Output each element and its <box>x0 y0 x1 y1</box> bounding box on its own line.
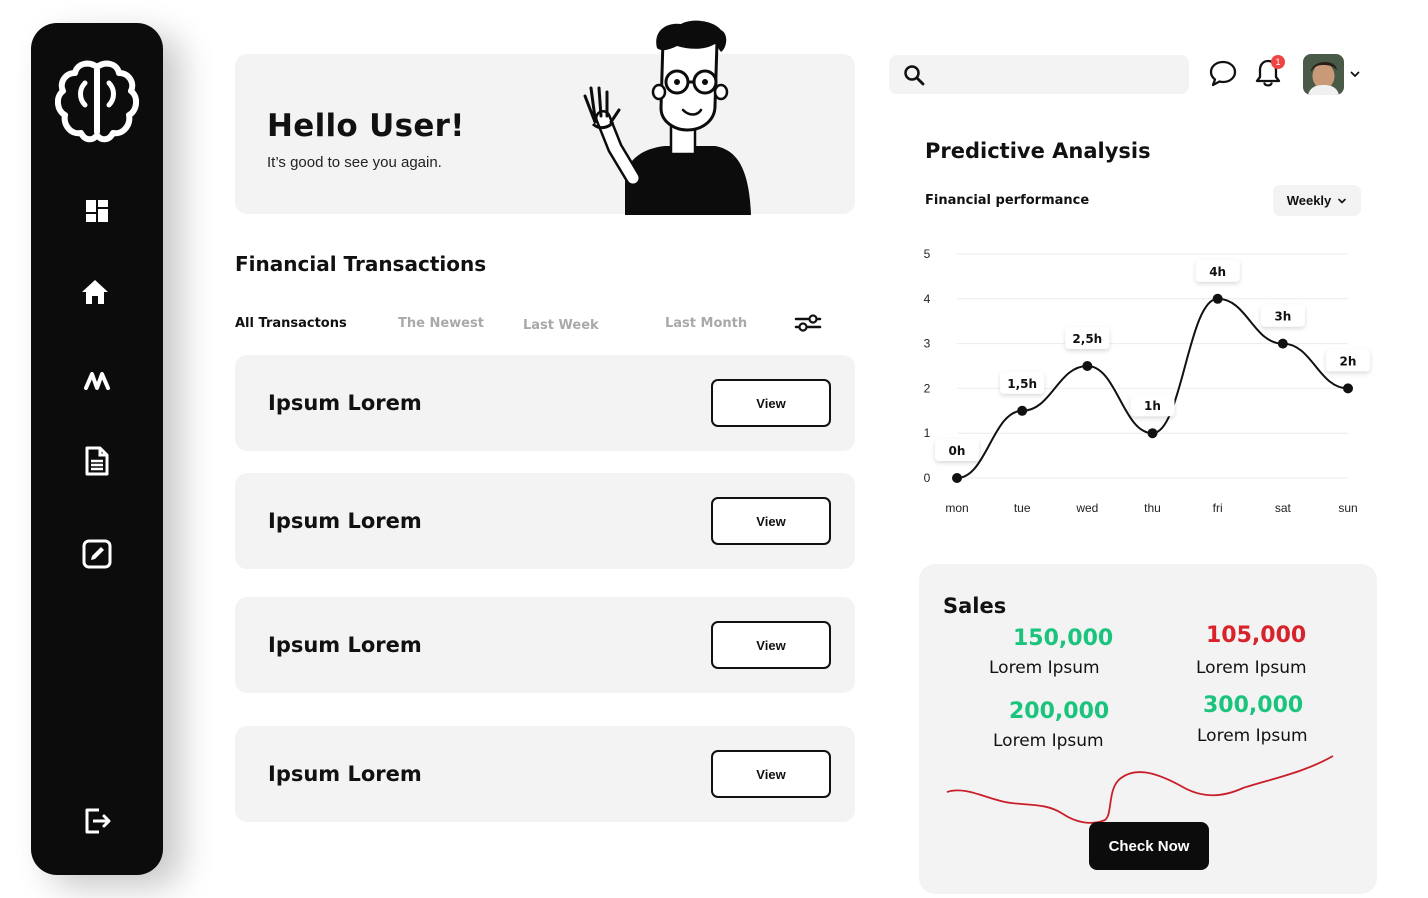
greeting-subtitle: It’s good to see you again. <box>267 154 442 171</box>
tab-newest[interactable]: The Newest <box>398 316 484 331</box>
chart-data-point <box>1017 405 1028 416</box>
activity-icon[interactable] <box>80 363 114 397</box>
document-icon[interactable] <box>80 444 114 478</box>
view-button[interactable]: View <box>711 621 831 669</box>
brain-logo-icon[interactable] <box>55 59 139 143</box>
chart-data-label: 0h <box>949 444 966 458</box>
chart-data-point <box>1343 383 1353 394</box>
sales-trend-line <box>946 755 1334 824</box>
sales-stat-label: Lorem Ipsum <box>989 658 1100 678</box>
view-button[interactable]: View <box>711 750 831 798</box>
chart-x-tick-label: thu <box>1144 501 1161 515</box>
chart-data-label: 4h <box>1209 265 1226 279</box>
chart-y-tick-label: 5 <box>924 247 931 261</box>
sales-stat-value: 105,000 <box>1206 623 1307 648</box>
chart-x-tick-label: tue <box>1014 501 1031 515</box>
chat-bubble-icon[interactable] <box>1209 59 1237 87</box>
chart-x-tick-label: sat <box>1275 501 1292 515</box>
check-now-button[interactable]: Check Now <box>1089 822 1209 870</box>
period-selected: Weekly <box>1286 193 1332 208</box>
sales-stat-value: 300,000 <box>1203 693 1304 718</box>
edit-icon[interactable] <box>80 537 114 571</box>
tab-last-week[interactable]: Last Week <box>523 318 599 333</box>
transaction-name: Ipsum Lorem <box>268 391 422 415</box>
transaction-name: Ipsum Lorem <box>268 762 422 786</box>
chart-data-label: 1h <box>1144 399 1161 413</box>
search-bar <box>889 55 1189 94</box>
sales-stat-label: Lorem Ipsum <box>993 731 1104 751</box>
transaction-name: Ipsum Lorem <box>268 633 422 657</box>
sidebar <box>31 23 163 875</box>
chart-y-tick-label: 3 <box>924 337 931 351</box>
transaction-row: Ipsum Lorem View <box>235 355 855 451</box>
home-icon[interactable] <box>78 275 112 309</box>
view-button[interactable]: View <box>711 497 831 545</box>
transaction-row: Ipsum Lorem View <box>235 473 855 569</box>
greeting-title: Hello User! <box>267 108 465 144</box>
chart-y-tick-label: 2 <box>924 381 931 395</box>
chart-data-label: 1,5h <box>1007 377 1037 391</box>
sales-card: Sales 150,000 Lorem Ipsum 105,000 Lorem … <box>919 564 1377 894</box>
chart-data-point <box>952 473 962 483</box>
search-input[interactable] <box>933 55 1183 94</box>
chart-data-point <box>1277 338 1288 349</box>
sales-stat-label: Lorem Ipsum <box>1197 726 1308 746</box>
predictive-analysis-title: Predictive Analysis <box>925 139 1151 163</box>
chart-x-tick-label: sun <box>1338 501 1357 515</box>
transactions-title: Financial Transactions <box>235 252 487 276</box>
user-avatar[interactable] <box>1303 54 1344 95</box>
sales-title: Sales <box>943 594 1007 618</box>
transaction-row: Ipsum Lorem View <box>235 597 855 693</box>
chart-data-point <box>1147 428 1158 439</box>
notification-count-badge: 1 <box>1271 55 1285 69</box>
chart-data-label: 2h <box>1340 354 1357 368</box>
sales-stat-value: 150,000 <box>1013 626 1114 651</box>
chart-x-tick-label: fri <box>1213 501 1223 515</box>
chart-x-tick-label: mon <box>945 501 968 515</box>
transaction-row: Ipsum Lorem View <box>235 726 855 822</box>
filter-sliders-icon[interactable] <box>794 312 822 334</box>
transaction-name: Ipsum Lorem <box>268 509 422 533</box>
sales-stat-label: Lorem Ipsum <box>1196 658 1307 678</box>
chart-data-label: 3h <box>1274 310 1291 324</box>
financial-performance-label: Financial performance <box>925 193 1090 208</box>
period-dropdown[interactable]: Weekly <box>1273 185 1361 216</box>
chevron-down-icon[interactable] <box>1349 68 1361 80</box>
chart-y-tick-label: 4 <box>924 292 931 306</box>
chevron-down-icon <box>1338 198 1347 203</box>
chart-y-tick-label: 1 <box>924 426 931 440</box>
search-icon[interactable] <box>903 64 925 86</box>
chart-data-point <box>1212 293 1223 304</box>
chart-data-label: 2,5h <box>1072 332 1102 346</box>
logout-icon[interactable] <box>80 804 114 838</box>
waving-character-illustration <box>583 20 751 215</box>
sales-stat-value: 200,000 <box>1009 699 1110 724</box>
chart-y-tick-label: 0 <box>924 471 931 485</box>
tab-all-transactions[interactable]: All Transactons <box>235 316 347 331</box>
view-button[interactable]: View <box>711 379 831 427</box>
dashboard-icon[interactable] <box>80 194 114 228</box>
financial-performance-chart: 0 1 2 3 4 5 mon tue wed thu fri sat sun 0h 1,5h 2,5h 1h 4… <box>924 247 1370 515</box>
chart-x-tick-label: wed <box>1075 501 1098 515</box>
tab-last-month[interactable]: Last Month <box>665 316 747 331</box>
chart-data-point <box>1082 361 1093 371</box>
